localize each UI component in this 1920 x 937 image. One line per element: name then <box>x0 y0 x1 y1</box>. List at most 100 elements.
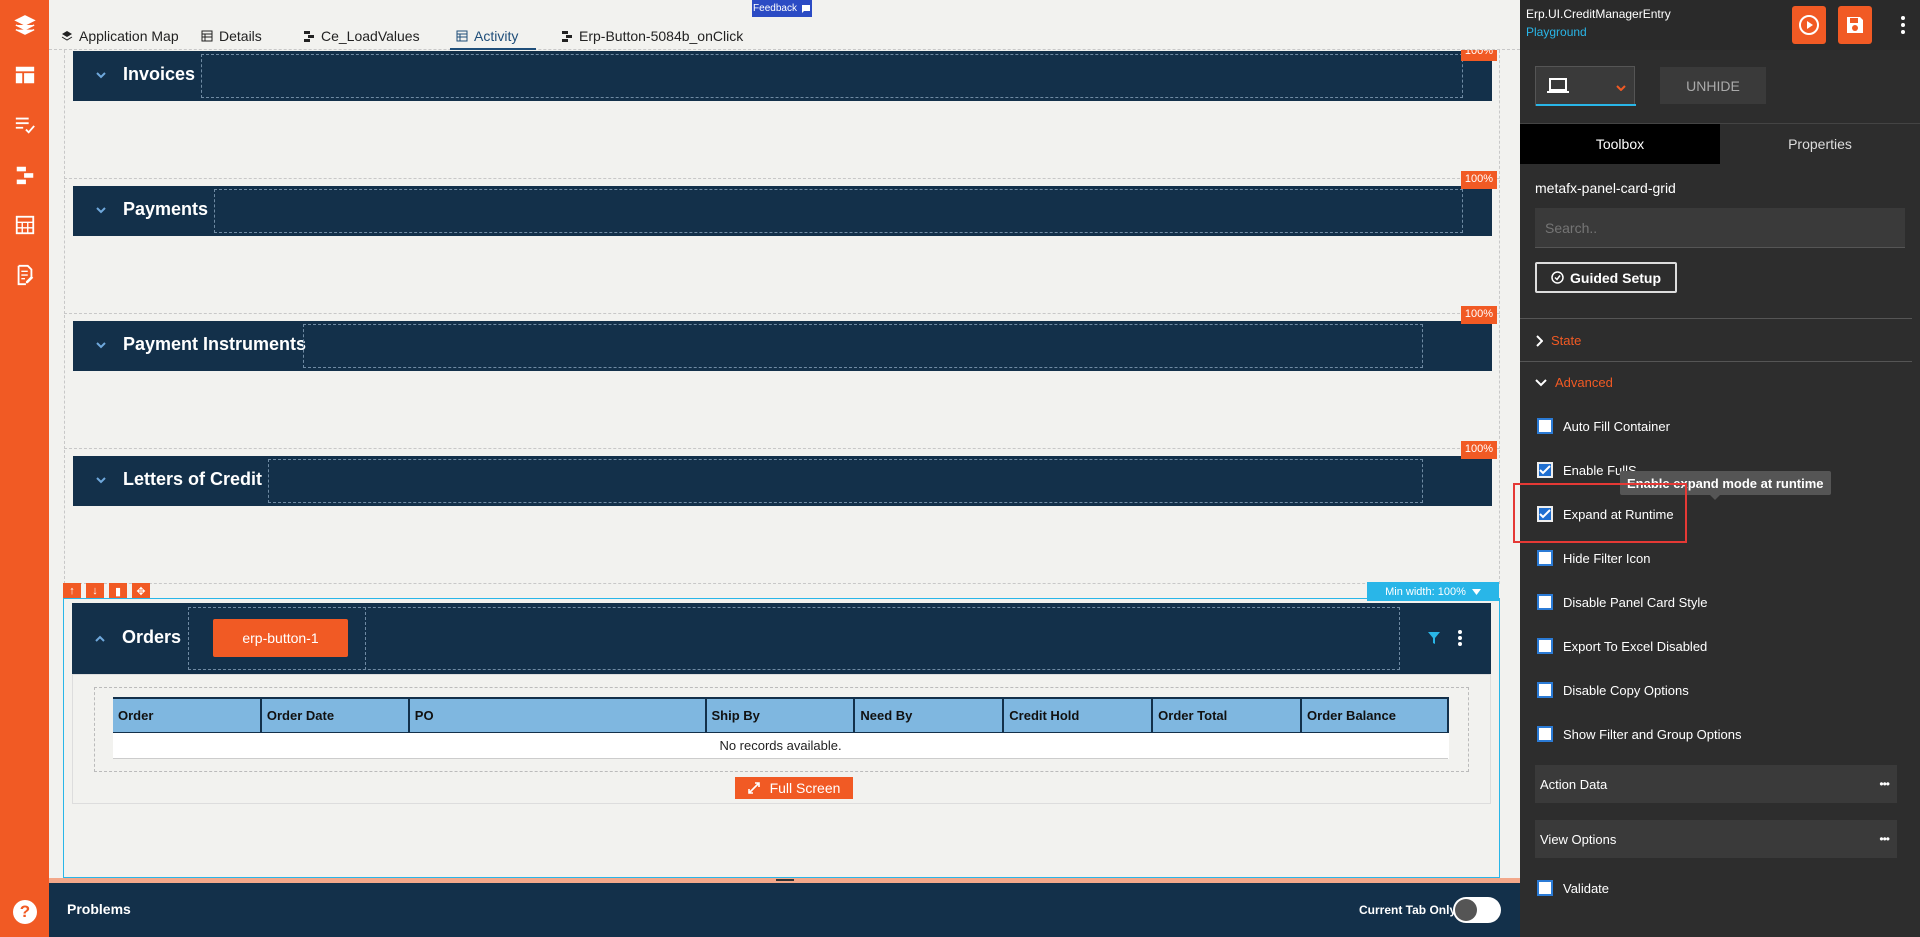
guided-setup-button[interactable]: Guided Setup <box>1535 262 1677 293</box>
layers-icon[interactable] <box>12 12 38 38</box>
tab-toolbox[interactable]: Toolbox <box>1520 124 1720 164</box>
search-input[interactable] <box>1535 208 1905 248</box>
environment-name[interactable]: Playground <box>1526 25 1587 39</box>
action-data-group[interactable]: Action Data ••• <box>1535 765 1897 803</box>
tab-details[interactable]: Details <box>201 25 262 47</box>
unhide-button[interactable]: UNHIDE <box>1660 67 1766 104</box>
accordion-state[interactable]: State <box>1535 333 1581 348</box>
panel-orders[interactable]: Orders erp-button-1 Order Order Date PO … <box>63 598 1500 878</box>
layout-icon[interactable] <box>12 62 38 88</box>
expand-icon <box>747 782 760 794</box>
panel-drop-zone[interactable] <box>201 54 1463 98</box>
checkbox[interactable] <box>1537 418 1553 434</box>
device-select[interactable] <box>1535 66 1636 106</box>
panel-header[interactable]: Payment Instruments <box>73 321 1492 371</box>
chevron-down-icon[interactable] <box>95 204 107 216</box>
save-button[interactable] <box>1838 6 1872 44</box>
filter-icon[interactable] <box>1427 631 1441 645</box>
panel-payments[interactable]: Payments 100% <box>64 171 1500 314</box>
option-export-to-excel-disabled[interactable]: Export To Excel Disabled <box>1537 638 1707 654</box>
panel-drop-zone[interactable] <box>188 607 1400 670</box>
view-options-group[interactable]: View Options ••• <box>1535 820 1897 858</box>
panel-header[interactable]: Orders erp-button-1 <box>72 603 1491 674</box>
option-auto-fill-container[interactable]: Auto Fill Container <box>1537 418 1670 434</box>
run-button[interactable] <box>1792 6 1826 44</box>
panel-header[interactable]: Letters of Credit <box>73 456 1492 506</box>
checkbox[interactable] <box>1537 638 1553 654</box>
flow-icon[interactable] <box>12 162 38 188</box>
kebab-menu-icon[interactable] <box>1457 630 1463 646</box>
panel-title: Payment Instruments <box>123 334 307 354</box>
checkbox[interactable] <box>1537 550 1553 566</box>
column-header[interactable]: PO <box>408 697 707 733</box>
checkbox[interactable] <box>1537 880 1553 896</box>
feedback-button[interactable]: Feedback <box>752 0 812 17</box>
table-icon[interactable] <box>12 212 38 238</box>
arrow-down-icon[interactable]: ↓ <box>86 583 104 599</box>
panel-payment-instruments[interactable]: Payment Instruments 100% <box>64 306 1500 449</box>
save-icon <box>1847 17 1863 33</box>
ellipsis-icon[interactable]: ••• <box>1879 832 1890 846</box>
tab-application-map[interactable]: Application Map <box>61 25 179 47</box>
tab-activity[interactable]: Activity <box>456 25 518 47</box>
chevron-down-icon[interactable] <box>95 69 107 81</box>
column-header[interactable]: Ship By <box>705 697 856 733</box>
width-badge: 100% <box>1460 306 1497 324</box>
problems-label[interactable]: Problems <box>67 901 131 917</box>
empty-message: No records available. <box>113 732 1448 759</box>
panel-header[interactable]: Payments <box>73 186 1492 236</box>
option-validate[interactable]: Validate <box>1537 880 1609 896</box>
delete-icon[interactable]: ▮ <box>109 583 127 599</box>
document-edit-icon[interactable] <box>12 262 38 288</box>
chevron-up-icon[interactable] <box>94 633 106 645</box>
table-row: No records available. <box>113 732 1448 759</box>
move-icon[interactable]: ✥ <box>132 583 150 599</box>
splitter-handle[interactable] <box>776 879 794 881</box>
flag-icon <box>801 4 810 13</box>
panel-header[interactable]: Invoices <box>73 51 1492 101</box>
option-hide-filter-icon[interactable]: Hide Filter Icon <box>1537 550 1650 566</box>
column-header[interactable]: Order Date <box>260 697 410 733</box>
chevron-down-icon[interactable] <box>95 339 107 351</box>
arrow-up-icon[interactable]: ↑ <box>63 583 81 599</box>
option-show-filter-group-options[interactable]: Show Filter and Group Options <box>1537 726 1741 742</box>
checkbox[interactable] <box>1537 594 1553 610</box>
tab-erp-button-onclick[interactable]: Erp-Button-5084b_onClick <box>561 25 743 47</box>
column-header[interactable]: Order Total <box>1152 697 1303 733</box>
column-header[interactable]: Order <box>113 697 262 733</box>
orders-grid: Order Order Date PO Ship By Need By Cred… <box>113 697 1449 759</box>
group-label: View Options <box>1540 831 1617 847</box>
erp-button-1[interactable]: erp-button-1 <box>213 619 348 657</box>
panel-letters-of-credit[interactable]: Letters of Credit 100% <box>64 441 1500 584</box>
checkbox[interactable] <box>1537 726 1553 742</box>
option-label: Validate <box>1563 880 1610 896</box>
column-header[interactable]: Need By <box>854 697 1005 733</box>
checkbox[interactable] <box>1537 506 1553 522</box>
checkbox[interactable] <box>1537 682 1553 698</box>
ellipsis-icon[interactable]: ••• <box>1879 777 1890 791</box>
panel-drop-zone[interactable] <box>214 189 1463 233</box>
option-disable-copy-options[interactable]: Disable Copy Options <box>1537 682 1689 698</box>
current-tab-only-toggle[interactable] <box>1453 897 1501 923</box>
option-expand-at-runtime[interactable]: Expand at Runtime <box>1537 506 1674 522</box>
checkbox[interactable] <box>1537 462 1553 478</box>
option-label: Disable Copy Options <box>1563 682 1689 698</box>
checklist-icon[interactable] <box>12 112 38 138</box>
chevron-down-icon[interactable] <box>95 474 107 486</box>
tab-properties[interactable]: Properties <box>1720 124 1920 164</box>
panel-drop-zone[interactable] <box>268 459 1423 503</box>
help-icon[interactable]: ? <box>13 900 37 924</box>
tab-ce-loadvalues[interactable]: Ce_LoadValues <box>303 25 420 47</box>
panel-drop-zone[interactable] <box>303 324 1423 368</box>
orders-grid-container: Order Order Date PO Ship By Need By Cred… <box>72 674 1491 804</box>
checkmark-icon <box>1539 465 1551 475</box>
option-disable-panel-card-style[interactable]: Disable Panel Card Style <box>1537 594 1708 610</box>
accordion-advanced[interactable]: Advanced <box>1535 375 1613 390</box>
checkmark-icon <box>1539 509 1551 519</box>
column-header[interactable]: Credit Hold <box>1003 697 1154 733</box>
panel-invoices[interactable]: Invoices 100% <box>64 50 1500 179</box>
full-screen-button[interactable]: Full Screen <box>735 777 853 799</box>
column-header[interactable]: Order Balance <box>1301 697 1449 733</box>
more-vertical-icon[interactable] <box>1900 15 1906 35</box>
laptop-icon <box>1547 78 1569 93</box>
